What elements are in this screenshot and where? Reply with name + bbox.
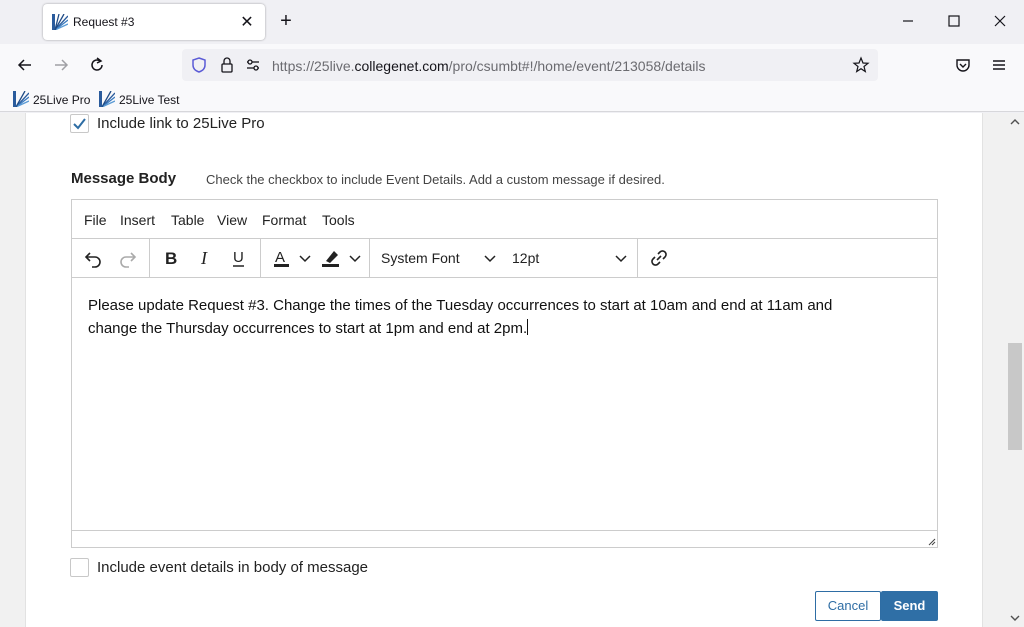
pocket-icon[interactable] [953,55,973,75]
menu-tools[interactable]: Tools [322,212,355,228]
tab-title: Request #3 [73,15,135,29]
scroll-up-icon[interactable] [1009,117,1021,127]
browser-window: Request #3 ✕ + https://25live.collegenet… [0,0,1024,627]
bookmark-label: 25Live Test [119,93,180,107]
svg-text:U: U [233,249,244,266]
close-tab-icon[interactable]: ✕ [239,12,255,32]
toolbar-separator [149,239,150,277]
editor-menubar: File Insert Table View Format Tools [72,200,937,239]
menu-view[interactable]: View [217,212,247,228]
back-icon[interactable] [15,55,35,75]
toolbar-separator [637,239,638,277]
url-path: /pro/csumbt#!/home/event/213058/details [448,58,706,74]
font-family-select[interactable]: System Font [381,250,460,266]
chevron-down-icon[interactable] [348,247,362,269]
maximize-icon[interactable] [945,12,963,30]
content-line-last: change the Thursday occurrences to start… [88,317,908,340]
undo-icon[interactable] [82,247,104,269]
highlight-color-icon[interactable] [320,247,342,269]
bookmarks-bar: 25Live Pro 25Live Test [0,86,1024,112]
page-scrollbar[interactable] [1006,113,1024,627]
menu-format[interactable]: Format [262,212,306,228]
tab-request[interactable]: Request #3 ✕ [43,4,265,40]
bookmark-star-icon[interactable] [852,56,870,74]
link-icon[interactable] [648,247,670,269]
menu-icon[interactable] [989,55,1009,75]
permissions-icon[interactable] [244,56,262,74]
checkmark-icon [73,118,86,130]
url-bar[interactable]: https://25live.collegenet.com/pro/csumbt… [182,49,878,81]
forward-icon[interactable] [51,55,71,75]
lock-icon[interactable] [218,56,236,74]
25live-logo-icon [13,91,29,107]
underline-icon[interactable]: U [228,247,250,269]
content-line: change the Thursday occurrences to start… [88,320,528,337]
25live-logo-icon [52,14,68,30]
message-body-hint: Check the checkbox to include Event Deta… [206,172,665,187]
url-host: collegenet.com [354,58,449,74]
shield-icon[interactable] [190,56,208,74]
email-form-card: Include link to 25Live Pro Message Body … [25,113,983,627]
bold-icon[interactable]: B [160,247,182,269]
include-link-label[interactable]: Include link to 25Live Pro [97,115,265,132]
scrollbar-thumb[interactable] [1008,343,1022,450]
chevron-down-icon[interactable] [614,247,628,269]
editor-content[interactable]: Please update Request #3. Change the tim… [88,294,908,340]
editor-statusbar [72,530,937,547]
svg-text:A: A [275,249,285,266]
chevron-down-icon[interactable] [483,247,497,269]
toolbar-separator [260,239,261,277]
menu-insert[interactable]: Insert [120,212,155,228]
rich-text-editor: File Insert Table View Format Tools B I … [71,199,938,548]
menu-file[interactable]: File [84,212,107,228]
font-size-select[interactable]: 12pt [512,250,539,266]
tab-strip: Request #3 ✕ + [0,0,1024,44]
italic-icon[interactable]: I [194,247,216,269]
url-text[interactable]: https://25live.collegenet.com/pro/csumbt… [272,58,706,74]
text-color-icon[interactable]: A [271,247,293,269]
content-line: Please update Request #3. Change the tim… [88,297,833,314]
nav-bar: https://25live.collegenet.com/pro/csumbt… [0,44,1024,86]
include-link-checkbox[interactable] [70,114,89,133]
include-details-label[interactable]: Include event details in body of message [97,559,368,576]
menu-table[interactable]: Table [171,212,204,228]
new-tab-icon[interactable]: + [276,10,296,32]
redo-icon[interactable] [117,247,139,269]
bookmark-25live-test[interactable]: 25Live Test [99,91,183,109]
svg-text:B: B [165,249,177,268]
25live-logo-icon [99,91,115,107]
minimize-icon[interactable] [899,12,917,30]
url-prefix: https://25live. [272,58,355,74]
send-button[interactable]: Send [881,591,938,621]
toolbar-separator [369,239,370,277]
chevron-down-icon[interactable] [298,247,312,269]
editor-toolbar: B I U A System Font 12pt [72,239,937,278]
svg-text:I: I [200,248,208,268]
scroll-down-icon[interactable] [1009,613,1021,623]
close-window-icon[interactable] [991,12,1009,30]
cancel-button[interactable]: Cancel [815,591,881,621]
text-caret [527,319,529,335]
bookmark-25live-pro[interactable]: 25Live Pro [13,91,93,109]
include-details-checkbox[interactable] [70,558,89,577]
message-body-title: Message Body [71,170,177,187]
reload-icon[interactable] [87,55,107,75]
page-viewport: Include link to 25Live Pro Message Body … [0,113,1024,627]
bookmark-label: 25Live Pro [33,93,91,107]
resize-handle-icon[interactable] [926,536,936,546]
